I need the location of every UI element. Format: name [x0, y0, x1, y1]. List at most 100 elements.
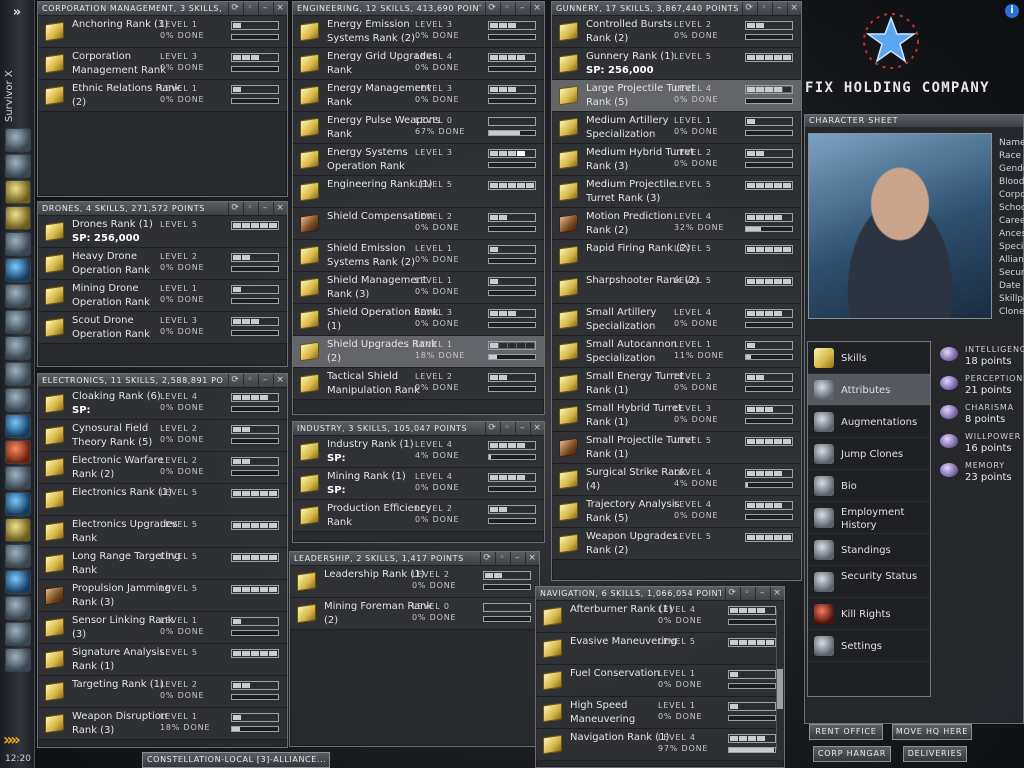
electronics-skills-window[interactable]: ELECTRONICS, 11 SKILLS, 2,588,891 POINTS… — [37, 373, 288, 748]
nav-item-skills[interactable]: Skills — [808, 342, 930, 374]
skill-row[interactable]: Electronic Warfare Rank (2) LEVEL 2 0% DON… — [38, 452, 287, 484]
deliveries-button[interactable]: DELIVERIES — [903, 746, 967, 762]
pin-icon[interactable]: ⟳ — [228, 374, 242, 387]
audio-icon[interactable] — [5, 544, 31, 568]
character-sheet-window[interactable]: CHARACTER SHEET Name Race Gender Bloodline C… — [804, 114, 1024, 724]
pin-icon[interactable]: ⟳ — [228, 202, 242, 215]
rent-office-button[interactable]: RENT OFFICE — [809, 724, 883, 740]
skill-row[interactable]: Small Autocannon Specialization LEVEL 1 11… — [552, 336, 801, 368]
pin-icon[interactable]: ⟳ — [480, 552, 494, 565]
minimize-button[interactable]: – — [258, 2, 272, 15]
skill-row[interactable]: Leadership Rank (1) LEVEL 2 0% DONE — [290, 566, 539, 598]
skill-row[interactable]: Cynosural Field Theory Rank (5) LEVEL 2 0%… — [38, 420, 287, 452]
pin-icon[interactable]: ⟳ — [228, 2, 242, 15]
info-icon[interactable]: ◦ — [243, 374, 257, 387]
move-hq-here-button[interactable]: MOVE HQ HERE — [892, 724, 972, 740]
info-icon[interactable]: ◦ — [757, 2, 771, 15]
skill-row[interactable]: Small Artillery Specialization LEVEL 4 0% … — [552, 304, 801, 336]
minimize-button[interactable]: – — [515, 2, 529, 15]
neocom-menu-button[interactable]: » — [4, 4, 30, 22]
nav-item-standings[interactable]: Standings — [808, 534, 930, 566]
window-titlebar[interactable]: ELECTRONICS, 11 SKILLS, 2,588,891 POINTS… — [38, 374, 287, 388]
skill-row[interactable]: Sharpshooter Rank (2) LEVEL 5 — [552, 272, 801, 304]
browser-icon[interactable] — [5, 492, 31, 516]
skill-row[interactable]: Shield Compensation LEVEL 2 0% DONE — [293, 208, 544, 240]
skill-row[interactable]: Large Projectile Turret Rank (5) LEVEL 40… — [552, 80, 801, 112]
info-icon[interactable]: ◦ — [500, 422, 514, 435]
skill-row[interactable]: Energy Management Rank LEVEL 3 0% DONE — [293, 80, 544, 112]
skill-row[interactable]: Sensor Linking Rank (3) LEVEL 1 0% DONE — [38, 612, 287, 644]
skill-row[interactable]: Shield Operation Rank (1) LEVEL 3 0% DONE — [293, 304, 544, 336]
skill-row[interactable]: Heavy Drone Operation Rank LEVEL 2 0% DONE — [38, 248, 287, 280]
skill-row[interactable]: Energy Pulse Weapons Rank LEVEL 0 67% DONE — [293, 112, 544, 144]
contracts-icon[interactable] — [5, 466, 31, 490]
close-button[interactable]: × — [530, 2, 544, 15]
minimize-button[interactable]: – — [515, 422, 529, 435]
skill-row[interactable]: Scout Drone Operation Rank LEVEL 3 0% DONE — [38, 312, 287, 344]
skill-row[interactable]: Shield Upgrades Rank (2) LEVEL 1 18% DONE — [293, 336, 544, 368]
info-icon[interactable]: ◦ — [500, 2, 514, 15]
science-icon[interactable] — [5, 388, 31, 412]
info-icon[interactable]: ◦ — [243, 202, 257, 215]
skill-row[interactable]: Small Energy Turret Rank (1) LEVEL 2 0% DO… — [552, 368, 801, 400]
close-button[interactable]: × — [770, 587, 784, 600]
gunnery-skills-window[interactable]: GUNNERY, 17 SKILLS, 3,867,440 POINTS ⟳ ◦ – ×… — [551, 1, 802, 581]
skill-row[interactable]: Drones Rank (1) SP: 256,000 LEVEL 5 — [38, 216, 287, 248]
skill-row[interactable]: Navigation Rank (1) LEVEL 4 97% DONE — [536, 729, 784, 761]
skill-row[interactable]: Medium Artillery Specialization LEVEL 1 0%… — [552, 112, 801, 144]
minimize-button[interactable]: – — [258, 374, 272, 387]
people-places-icon[interactable] — [5, 154, 31, 178]
skill-row[interactable]: Afterburner Rank (1) LEVEL 4 0% DONE — [536, 601, 784, 633]
skill-row[interactable]: Evasive Maneuvering LEVEL 5 — [536, 633, 784, 665]
nav-item-kill-rights[interactable]: Kill Rights — [808, 598, 930, 630]
skill-row[interactable]: Industry Rank (1) SP: LEVEL 4 4% DONE — [293, 436, 544, 468]
navigation-skills-window[interactable]: NAVIGATION, 6 SKILLS, 1,066,054 POINTS ⟳ ◦… — [535, 586, 785, 768]
minimize-button[interactable]: – — [510, 552, 524, 565]
close-button[interactable]: × — [525, 552, 539, 565]
assets-icon[interactable] — [5, 284, 31, 308]
chat-tab-local[interactable]: CONSTELLATION-LOCAL [3]-ALLIANCE... — [142, 752, 330, 768]
skill-row[interactable]: Fuel Conservation LEVEL 1 0% DONE — [536, 665, 784, 697]
journal-icon[interactable] — [5, 518, 31, 542]
leadership-skills-window[interactable]: LEADERSHIP, 2 SKILLS, 1,417 POINTS ⟳ ◦ – × Le… — [289, 551, 540, 747]
close-button[interactable]: × — [530, 422, 544, 435]
skill-row[interactable]: Targeting Rank (1) LEVEL 2 0% DONE — [38, 676, 287, 708]
skill-row[interactable]: Mining Rank (1) SP: LEVEL 4 0% DONE — [293, 468, 544, 500]
pin-icon[interactable]: ⟳ — [725, 587, 739, 600]
portrait-icon[interactable] — [5, 596, 31, 620]
close-button[interactable]: × — [273, 2, 287, 15]
close-button[interactable]: × — [273, 202, 287, 215]
skill-row[interactable]: Small Projectile Turret Rank (1) LEVEL 5 — [552, 432, 801, 464]
market-icon[interactable] — [5, 414, 31, 438]
pin-icon[interactable]: ⟳ — [485, 2, 499, 15]
map-icon[interactable] — [5, 258, 31, 282]
skill-row[interactable]: Small Hybrid Turret Rank (1) LEVEL 3 0% DO… — [552, 400, 801, 432]
skill-row[interactable]: Electronics Upgrades Rank LEVEL 5 — [38, 516, 287, 548]
nav-item-augmentations[interactable]: Augmentations — [808, 406, 930, 438]
minimize-button[interactable]: – — [772, 2, 786, 15]
skill-row[interactable]: Gunnery Rank (1) SP: 256,000 LEVEL 5 — [552, 48, 801, 80]
corp-hangar-button[interactable]: CORP HANGAR — [813, 746, 891, 762]
character-sheet-icon[interactable] — [5, 128, 31, 152]
expand-arrow-button[interactable]: »» — [3, 730, 31, 749]
neocom-character-name[interactable]: Survivor X — [4, 32, 20, 122]
skill-row[interactable]: Engineering Rank (1) LEVEL 5 — [293, 176, 544, 208]
nav-item-attributes[interactable]: Attributes — [808, 374, 930, 406]
skill-row[interactable]: Medium Projectile Turret Rank (3) LEVEL 5 — [552, 176, 801, 208]
window-titlebar[interactable]: LEADERSHIP, 2 SKILLS, 1,417 POINTS ⟳ ◦ – × — [290, 552, 539, 566]
skill-row[interactable]: Energy Grid Upgrades Rank LEVEL 4 0% DONE — [293, 48, 544, 80]
corporation-icon[interactable] — [5, 232, 31, 256]
skill-row[interactable]: Trajectory Analysis Rank (5) LEVEL 4 0% DO… — [552, 496, 801, 528]
skill-row[interactable]: Energy Emission Systems Rank (2) LEVEL 3 0… — [293, 16, 544, 48]
skill-row[interactable]: Motion Prediction Rank (2) LEVEL 4 32% DON… — [552, 208, 801, 240]
settings-icon[interactable] — [5, 648, 31, 672]
skill-row[interactable]: Surgical Strike Rank (4) LEVEL 4 4% DONE — [552, 464, 801, 496]
skill-row[interactable]: Mining Drone Operation Rank LEVEL 1 0% DON… — [38, 280, 287, 312]
skill-row[interactable]: Tactical Shield Manipulation Rank LEVEL 2… — [293, 368, 544, 400]
skill-row[interactable]: Weapon Disruption Rank (3) LEVEL 1 18% DON… — [38, 708, 287, 740]
skill-row[interactable]: Energy Systems Operation Rank LEVEL 3 — [293, 144, 544, 176]
window-titlebar[interactable]: DRONES, 4 SKILLS, 271,572 POINTS ⟳ ◦ – × — [38, 202, 287, 216]
skill-row[interactable]: Electronics Rank (1) LEVEL 5 — [38, 484, 287, 516]
nav-item-jump-clones[interactable]: Jump Clones — [808, 438, 930, 470]
skill-row[interactable]: Anchoring Rank (3) LEVEL 1 0% DONE — [38, 16, 287, 48]
